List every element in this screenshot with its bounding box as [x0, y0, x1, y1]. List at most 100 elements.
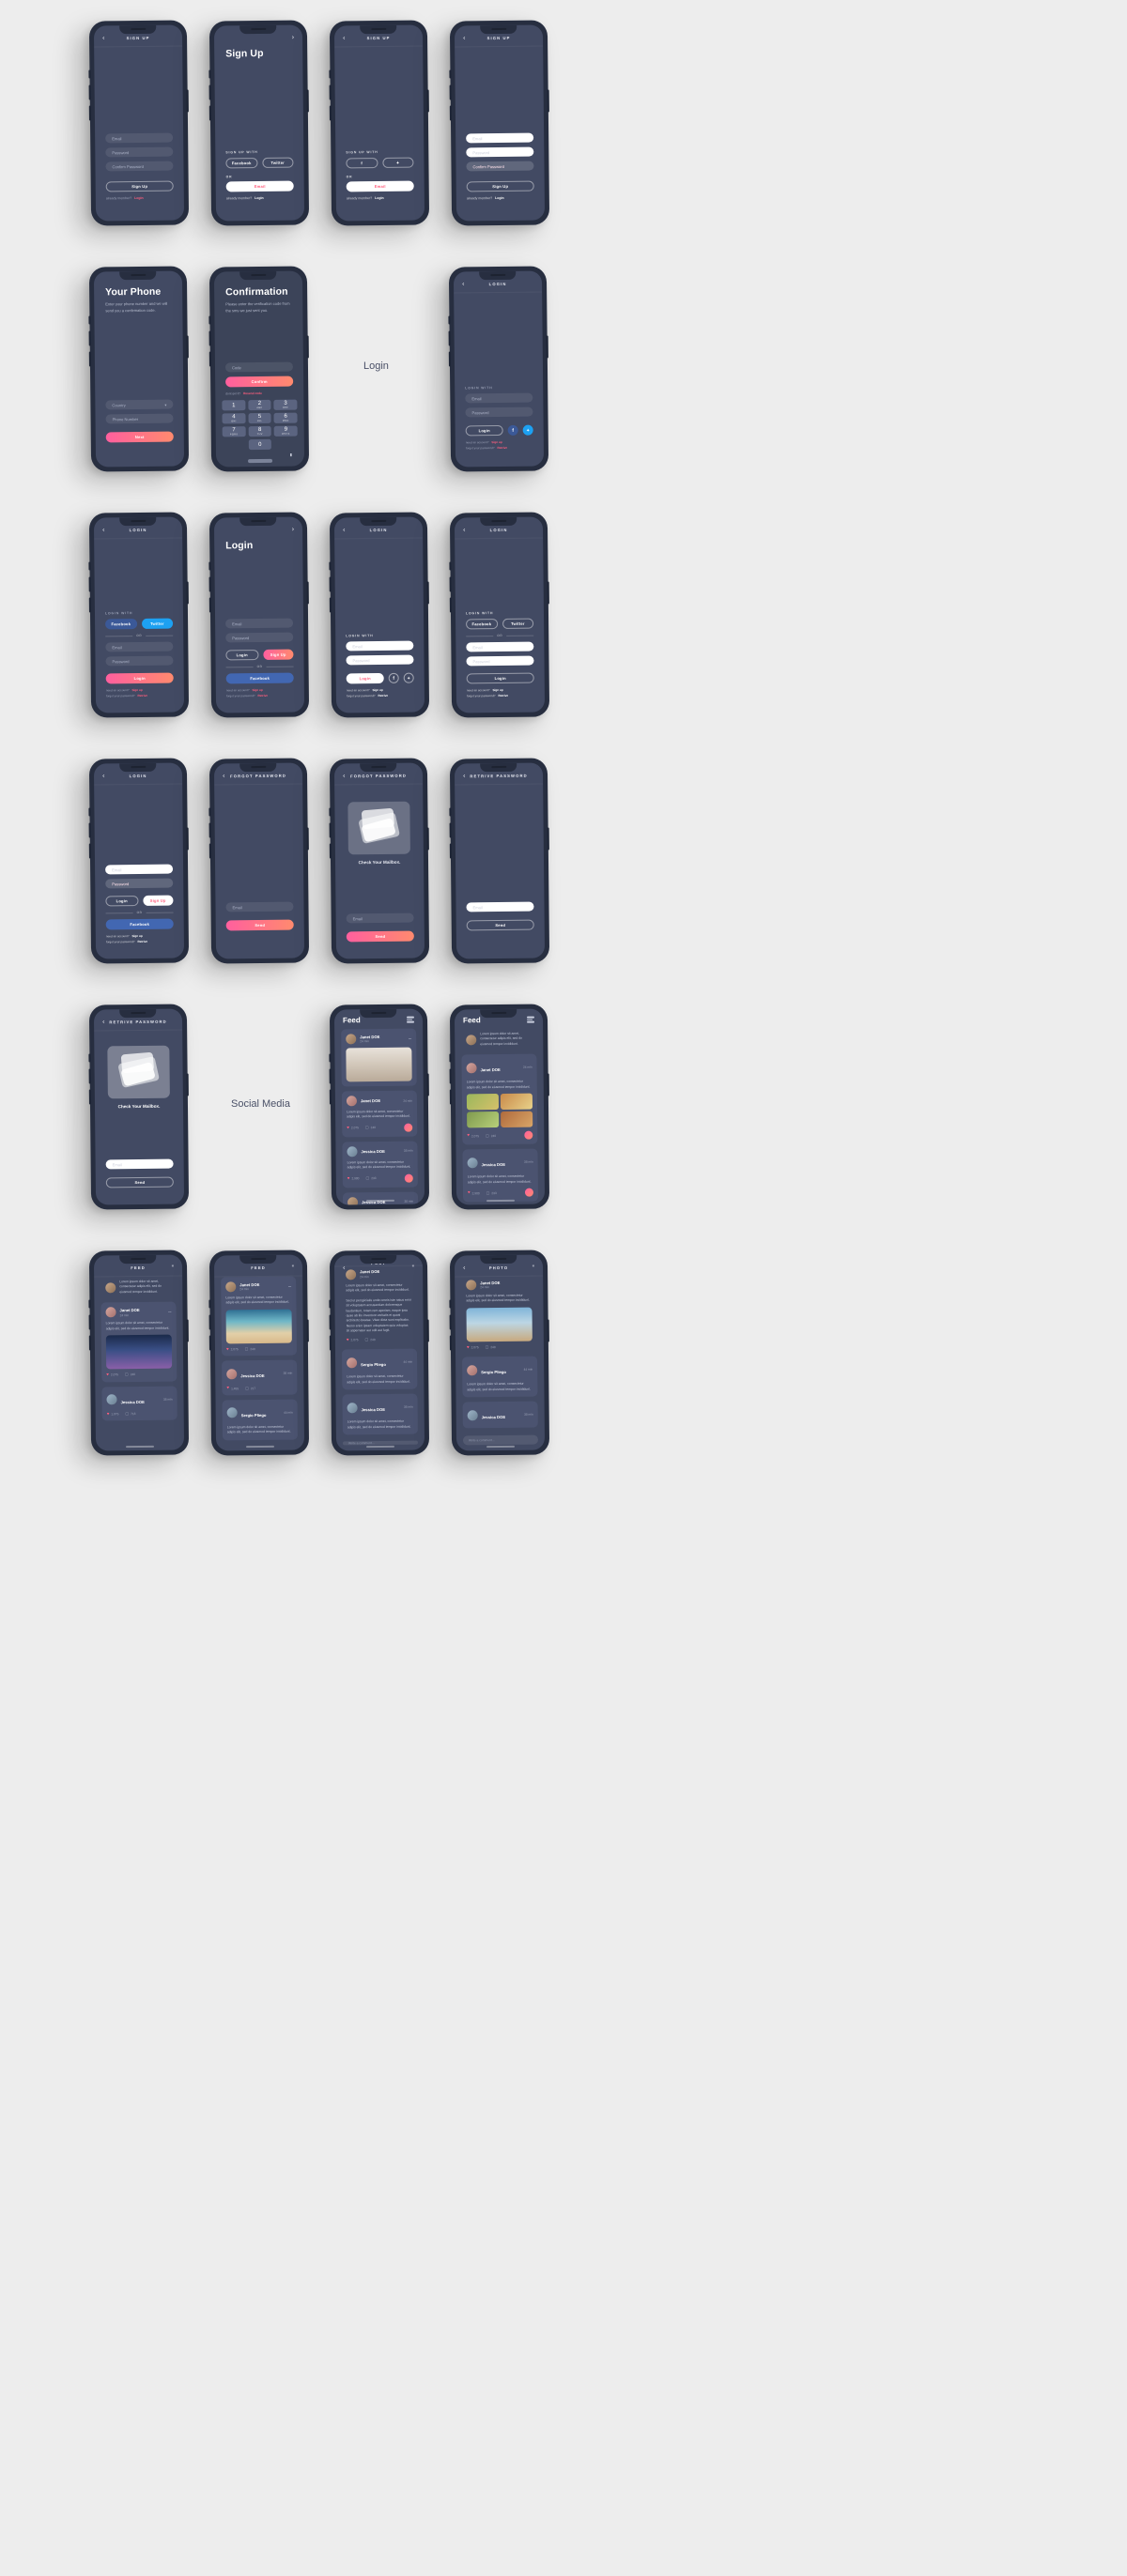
- post-card[interactable]: Sergio Pliego 44 min Lorem ipsum dolor s…: [222, 1399, 298, 1441]
- send-button[interactable]: Send: [466, 919, 534, 931]
- sign-up-link[interactable]: Sign up: [372, 688, 382, 692]
- phone-feed-beach[interactable]: FEED ≡ Janet DOE 24 min ••• Lorem ipsum …: [208, 1250, 310, 1456]
- login-button[interactable]: Login: [466, 672, 534, 684]
- sign-up-link[interactable]: Sign up: [131, 934, 142, 938]
- twitter-button[interactable]: Twitter: [502, 618, 534, 629]
- back-icon[interactable]: ‹: [463, 35, 465, 41]
- back-icon[interactable]: ‹: [102, 527, 104, 533]
- like-action[interactable]: ♥ 2,075: [226, 1346, 239, 1352]
- key-8[interactable]: 8 TUV: [248, 425, 272, 437]
- phone-signup-gradient-social[interactable]: › Sign Up SIGN UP WITH Facebook Twitter …: [208, 20, 310, 226]
- email-button[interactable]: Email: [346, 180, 414, 192]
- phone-login-grad-full[interactable]: ‹ LOGIN Email Password Login Sign Up OR …: [88, 758, 190, 964]
- password-field[interactable]: Password: [465, 406, 533, 418]
- twitter-icon-button[interactable]: ✦: [403, 672, 414, 683]
- post-card[interactable]: Janet DOE 24 min •••: [341, 1028, 417, 1087]
- post-card[interactable]: Janet DOE 24 min Lorem ipsum dolor sit a…: [341, 1090, 418, 1138]
- key-0[interactable]: 0: [248, 438, 272, 451]
- like-action[interactable]: ♥ 2,980: [347, 1175, 360, 1181]
- sign-up-button[interactable]: Sign Up: [262, 649, 294, 660]
- back-icon[interactable]: ‹: [102, 35, 104, 41]
- twitter-button[interactable]: Twitter: [141, 618, 174, 629]
- email-field[interactable]: Email: [225, 618, 294, 629]
- hamburger-icon[interactable]: ≡: [292, 1264, 294, 1268]
- back-icon[interactable]: ‹: [343, 773, 345, 779]
- comment-item[interactable]: Jessica DOE 38 min Lorem ipsum dolor sit…: [342, 1393, 418, 1435]
- comment-action[interactable]: ▢ 240: [486, 1344, 496, 1349]
- back-icon[interactable]: ‹: [463, 527, 465, 533]
- comment-action[interactable]: ▢ 718: [125, 1411, 135, 1416]
- facebook-icon-button[interactable]: f: [507, 424, 518, 436]
- login-button[interactable]: Login: [465, 424, 503, 437]
- hamburger-icon[interactable]: ≡: [533, 1264, 534, 1268]
- key-5[interactable]: 5 JKL: [248, 412, 271, 424]
- like-action[interactable]: ♥ 1,455: [226, 1386, 239, 1391]
- hamburger-icon[interactable]: ≡: [172, 1264, 174, 1268]
- email-field[interactable]: Email: [346, 640, 414, 652]
- sign-up-link[interactable]: Sign up: [131, 688, 142, 692]
- comment-action[interactable]: ▢ 217: [245, 1386, 255, 1390]
- comment-item[interactable]: Sergio Pliego 44 min Lorem ipsum dolor s…: [341, 1348, 418, 1390]
- back-icon[interactable]: ‹: [102, 773, 104, 779]
- like-action[interactable]: ♥ 2,075: [347, 1337, 359, 1342]
- hamburger-icon[interactable]: [406, 1017, 415, 1023]
- comment-action[interactable]: ▢ 240: [125, 1372, 135, 1377]
- code-field[interactable]: Code: [224, 361, 294, 373]
- email-field[interactable]: Email: [105, 1158, 174, 1170]
- comment-action[interactable]: ▢ 240: [365, 1125, 376, 1129]
- password-field[interactable]: Password: [105, 878, 174, 889]
- email-button[interactable]: Email: [225, 180, 294, 192]
- phone-post-detail[interactable]: ‹ POST ≡ Janet DOE 24 min Lorem ipsum do…: [329, 1250, 430, 1456]
- comment-input[interactable]: Write a comment...: [342, 1440, 419, 1446]
- password-field[interactable]: Password: [466, 655, 534, 667]
- post-image[interactable]: [466, 1307, 533, 1342]
- post-image[interactable]: [346, 1047, 412, 1082]
- like-action[interactable]: ♥ 2,980: [468, 1190, 480, 1196]
- key-4[interactable]: 4 GHI: [222, 413, 246, 424]
- phone-login-form-fb[interactable]: › Login Email Password Login Sign Up OR …: [208, 512, 310, 718]
- confirm-password-field[interactable]: Confirm Password: [466, 161, 534, 172]
- like-action[interactable]: ♥ 2,075: [467, 1344, 479, 1350]
- post-more-icon[interactable]: •••: [168, 1310, 171, 1313]
- phone-signup-gradient-form[interactable]: ‹ SIGN UP Email Password Confirm Passwor…: [449, 20, 550, 226]
- post-card[interactable]: Jessica DOE 38 min Lorem ipsum dolor sit…: [342, 1141, 418, 1188]
- key-1[interactable]: 1: [222, 400, 246, 411]
- sign-up-button[interactable]: Sign Up: [142, 895, 174, 906]
- key-9[interactable]: 9 WXYZ: [273, 425, 298, 437]
- login-button[interactable]: Login: [105, 896, 139, 907]
- add-post-fab[interactable]: [524, 1188, 534, 1197]
- twitter-icon-button[interactable]: ✦: [381, 157, 414, 168]
- numeric-keypad[interactable]: 1 2 ABC 3 DEF 4 GHI 5 JKL 6 MNO 7 PQRS 8 TUV 9W…: [215, 399, 304, 468]
- facebook-button[interactable]: Facebook: [105, 619, 137, 630]
- email-field[interactable]: Email: [466, 641, 534, 652]
- back-icon[interactable]: ‹: [463, 773, 465, 779]
- comment-input[interactable]: Write a comment...: [462, 1434, 539, 1446]
- comment-action[interactable]: ▢ 233: [365, 1175, 376, 1180]
- back-icon[interactable]: ‹: [462, 281, 464, 287]
- comment-action[interactable]: ▢ 233: [486, 1190, 497, 1195]
- back-icon[interactable]: ‹: [343, 1265, 345, 1271]
- key-7[interactable]: 7 PQRS: [222, 426, 246, 437]
- country-select[interactable]: Country ▾: [105, 399, 174, 410]
- phone-login-social-wide[interactable]: ‹ LOGIN LOGIN WITH Facebook Twitter OR E…: [88, 512, 190, 718]
- email-field[interactable]: Email: [466, 132, 534, 144]
- post-card[interactable]: Jessica DOE 38 min Lorem ipsum dolor sit…: [462, 1148, 539, 1203]
- phone-feed-photo[interactable]: Feed Janet DOE 24 min ••• Janet DOE 24 m…: [329, 1004, 430, 1210]
- login-button[interactable]: Login: [225, 650, 259, 661]
- facebook-button[interactable]: Facebook: [466, 619, 498, 630]
- email-field[interactable]: Email: [105, 641, 174, 652]
- phone-signup-gradient-icons[interactable]: ‹ SIGN UP SIGN UP WITH f ✦ OR Email alre…: [329, 20, 430, 226]
- facebook-icon-button[interactable]: f: [388, 672, 399, 683]
- like-action[interactable]: ♥ 2,075: [106, 1372, 118, 1377]
- hamburger-icon[interactable]: [526, 1017, 535, 1023]
- sign-up-link[interactable]: Sign up: [491, 440, 502, 444]
- phone-forgot-password[interactable]: ‹ FORGOT PASSWORD Email Send: [208, 758, 310, 964]
- email-field[interactable]: Email: [465, 392, 533, 404]
- comment-action[interactable]: ▢ 240: [245, 1346, 255, 1351]
- phone-mailbox-pink[interactable]: ‹ RETRIVE PASSWORD Check Your Mailbox. E…: [88, 1004, 190, 1210]
- facebook-button[interactable]: Facebook: [225, 158, 258, 169]
- phone-your-phone[interactable]: Your Phone Enter your phone number and w…: [88, 266, 190, 472]
- post-card[interactable]: Jessica DOE 38 min ♥ 1,455 ▢ 217: [222, 1359, 298, 1396]
- back-icon[interactable]: ‹: [223, 773, 224, 779]
- password-field[interactable]: Password: [346, 654, 414, 666]
